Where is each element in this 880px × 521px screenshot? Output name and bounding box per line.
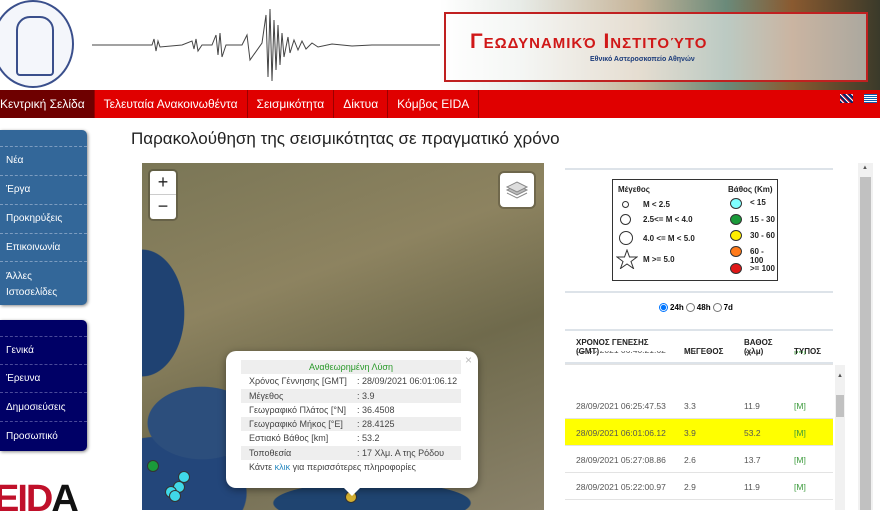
sidebar-item-research[interactable]: Έρευνα <box>6 373 84 384</box>
popup-row: Χρόνος Γέννησης [GMT]: 28/09/2021 06:01:… <box>249 376 458 387</box>
legend-depth-item: < 15 <box>750 198 766 207</box>
cell-magnitude: 2.6 <box>684 455 696 465</box>
legend-mag-item: M < 2.5 <box>643 200 670 209</box>
cell-depth: 11.9 <box>744 482 760 492</box>
nav-networks[interactable]: Δίκτυα <box>334 90 389 118</box>
uk-flag-icon[interactable] <box>840 94 853 103</box>
cell-depth: 53.2 <box>744 428 761 438</box>
cell-time: 28/09/2021 05:22:00.97 <box>576 482 666 492</box>
site-title: Γεωδυναμικό Ινστιτούτο <box>470 30 708 53</box>
earthquake-panel: Μέγεθος M < 2.5 2.5<= M < 4.0 4.0 <= M <… <box>565 163 835 510</box>
earthquake-marker[interactable] <box>147 460 159 472</box>
popup-close-button[interactable]: × <box>465 353 472 367</box>
popup-details-table: Αναθεωρημένη Λύση Χρόνος Γέννησης [GMT]:… <box>241 360 461 474</box>
popup-row: Εστιακό Βάθος [km]: 53.2 <box>249 433 380 444</box>
table-row[interactable]: 28/09/2021 05:22:00.97 2.9 11.9 [M] <box>565 473 833 500</box>
period-selector: 24h 48h 7d <box>659 303 733 312</box>
legend-mag-item: 2.5<= M < 4.0 <box>643 215 693 224</box>
sidebar-item-other-sites[interactable]: Άλλες Ιστοσελίδες <box>6 269 66 301</box>
popup-heading: Αναθεωρημένη Λύση <box>241 360 461 375</box>
layers-button[interactable] <box>500 173 534 207</box>
eida-logo[interactable]: EIDA <box>0 478 79 521</box>
legend-depth-item: 60 - 100 <box>750 247 764 265</box>
cell-magnitude: 2.4 <box>684 351 696 355</box>
cell-type: [M] <box>794 428 806 438</box>
cell-type: [M] <box>794 455 806 465</box>
popup-row: Τοποθεσία: 17 Χλμ. Α της Ρόδου <box>241 445 461 461</box>
legend-depth-item: 30 - 60 <box>750 231 775 240</box>
cell-magnitude: 3.3 <box>684 401 696 411</box>
greek-flag-icon[interactable] <box>864 94 877 103</box>
period-48h-radio[interactable] <box>685 303 695 312</box>
main-nav: Κεντρική Σελίδα Τελευταία Ανακοινωθέντα … <box>0 90 880 118</box>
sidebar-item-general[interactable]: Γενικά <box>6 345 84 356</box>
cell-type: [M] <box>794 401 806 411</box>
cell-time: 28/09/2021 05:27:08.86 <box>576 455 666 465</box>
star-icon <box>616 249 638 269</box>
legend-depth-item: >= 100 <box>750 264 775 273</box>
popup-row: Γεωγραφικό Πλάτος [°N]: 36.4508 <box>249 404 395 415</box>
cell-time: 28/09/2021 06:01:06.12 <box>576 428 666 438</box>
legend-depth-title: Βάθος (Km) <box>728 185 773 194</box>
table-row[interactable]: 28/09/2021 06:25:47.53 3.3 11.9 [M] <box>565 392 833 419</box>
nav-eida[interactable]: Κόμβος EIDA <box>388 90 480 118</box>
period-label: 24h <box>670 303 684 312</box>
sidebar-item-news[interactable]: Νέα <box>6 155 84 166</box>
sidebar-menu-primary: Νέα Έργα Προκηρύξεις Επικοινωνία Άλλες Ι… <box>0 130 87 305</box>
site-header: Γεωδυναμικό Ινστιτούτο Εθνικό Αστεροσκοπ… <box>0 0 880 90</box>
table-row[interactable]: 28/09/2021 05:14:49.573.216.2[M] <box>565 500 833 510</box>
cell-depth: 11.9 <box>744 401 760 411</box>
observatory-logo[interactable] <box>0 0 74 88</box>
period-7d-radio[interactable] <box>712 303 722 312</box>
sidebar-item-contact[interactable]: Επικοινωνία <box>6 242 84 253</box>
layers-icon <box>505 181 529 199</box>
table-row[interactable]: 28/09/2021 05:27:08.86 2.6 13.7 [M] <box>565 446 833 473</box>
cell-magnitude: 2.9 <box>684 482 696 492</box>
cell-type: [M] <box>794 482 806 492</box>
period-label: 48h <box>696 303 711 312</box>
nav-announcements[interactable]: Τελευταία Ανακοινωθέντα <box>95 90 248 118</box>
period-label: 7d <box>723 303 733 312</box>
zoom-control: + − <box>150 171 176 219</box>
map-legend: Μέγεθος M < 2.5 2.5<= M < 4.0 4.0 <= M <… <box>612 179 778 281</box>
table-row[interactable]: 28/09/2021 06:40:21.62 2.4 15.2 [M] <box>565 351 833 365</box>
sidebar-item-announcements[interactable]: Προκηρύξεις <box>6 213 84 224</box>
legend-magnitude-title: Μέγεθος <box>618 185 650 194</box>
table-scrollbar[interactable]: ▲ <box>835 365 845 510</box>
popup-footer: Κάντε κλικ για περισσότερες πληροφορίες <box>249 462 416 473</box>
page-title: Παρακολούθηση της σεισμικότητας σε πραγμ… <box>131 129 560 148</box>
cell-time: 28/09/2021 06:25:47.53 <box>576 401 666 411</box>
nav-seismicity[interactable]: Σεισμικότητα <box>248 90 335 118</box>
cell-depth: 13.7 <box>744 455 761 465</box>
sidebar-item-projects[interactable]: Έργα <box>6 184 84 195</box>
seismicity-map[interactable]: + − × Αναθεωρημένη Λύση Χρόνος Γέννησης … <box>142 163 544 510</box>
popup-row: Γεωγραφικό Μήκος [°E]: 28.4125 <box>241 417 461 432</box>
zoom-in-button[interactable]: + <box>150 171 176 195</box>
cell-magnitude: 3.9 <box>684 428 696 438</box>
legend-mag-item: M >= 5.0 <box>643 255 675 264</box>
cell-depth: 15.2 <box>744 351 761 355</box>
site-subtitle: Εθνικό Αστεροσκοπείο Αθηνών <box>590 56 695 63</box>
zoom-out-button[interactable]: − <box>150 195 176 219</box>
page-scrollbar[interactable]: ▲ <box>858 163 873 510</box>
period-24h-radio[interactable] <box>659 303 668 312</box>
sidebar-item-staff[interactable]: Προσωπικό <box>6 431 84 442</box>
legend-mag-item: 4.0 <= M < 5.0 <box>643 234 695 243</box>
nav-home[interactable]: Κεντρική Σελίδα <box>0 90 95 118</box>
popup-row: Μέγεθος: 3.9 <box>241 388 461 403</box>
sidebar-item-publications[interactable]: Δημοσιεύσεις <box>6 402 84 413</box>
table-row[interactable]: 28/09/2021 06:01:06.12 3.9 53.2 [M] <box>565 419 833 446</box>
cell-type: [M] <box>794 351 806 355</box>
legend-depth-item: 15 - 30 <box>750 215 775 224</box>
seismogram-graphic <box>92 8 442 82</box>
cell-time: 28/09/2021 06:40:21.62 <box>576 351 666 355</box>
sidebar-menu-secondary: Γενικά Έρευνα Δημοσιεύσεις Προσωπικό <box>0 320 87 451</box>
earthquake-popup: × Αναθεωρημένη Λύση Χρόνος Γέννησης [GMT… <box>226 351 478 496</box>
more-info-link[interactable]: κλικ <box>275 462 291 472</box>
earthquake-marker[interactable] <box>169 490 181 502</box>
